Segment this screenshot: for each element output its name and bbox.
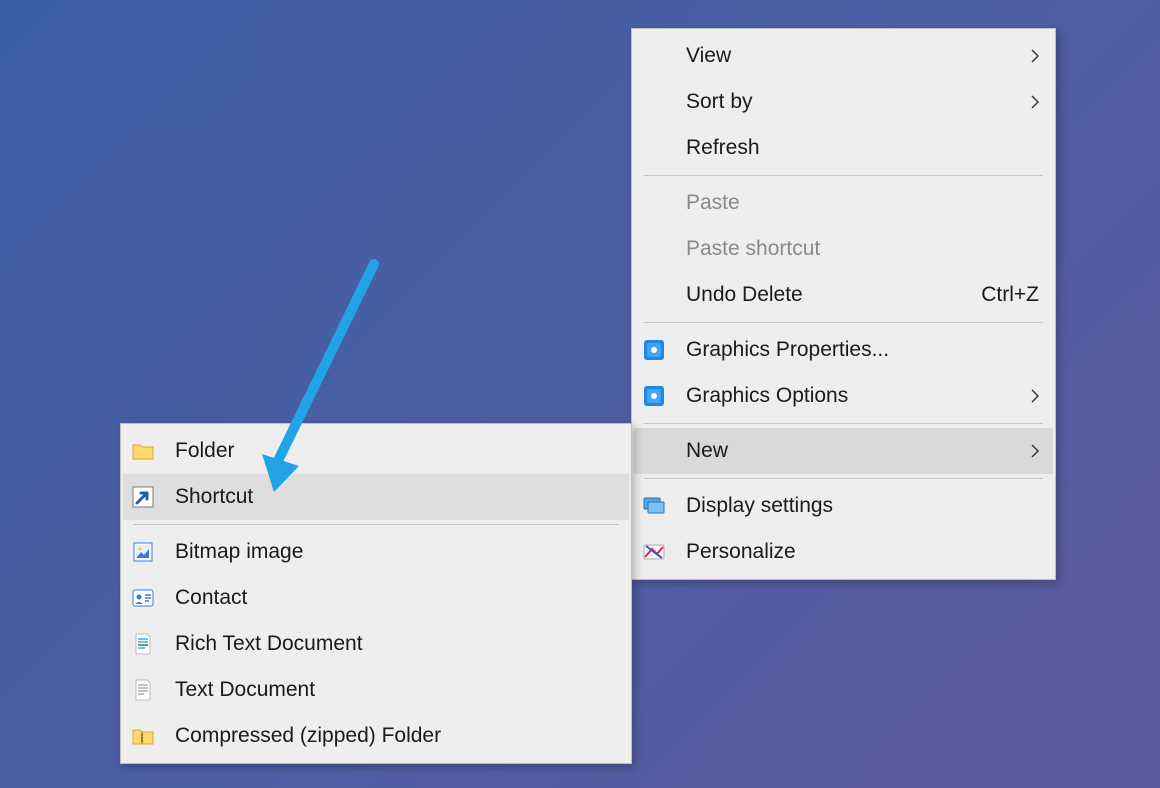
folder-icon <box>131 439 175 463</box>
submenu-label: Rich Text Document <box>175 632 619 656</box>
submenu-label: Folder <box>175 439 619 463</box>
zip-folder-icon <box>131 724 175 748</box>
menu-label: Paste shortcut <box>686 237 1043 261</box>
menu-item-refresh[interactable]: Refresh <box>634 125 1053 171</box>
chevron-right-icon <box>1019 48 1043 64</box>
submenu-label: Bitmap image <box>175 540 619 564</box>
submenu-item-rtf[interactable]: Rich Text Document <box>123 621 629 667</box>
submenu-item-compressed-folder[interactable]: Compressed (zipped) Folder <box>123 713 629 759</box>
menu-separator <box>644 478 1043 479</box>
personalize-icon <box>642 540 686 564</box>
submenu-item-contact[interactable]: Contact <box>123 575 629 621</box>
submenu-item-bitmap[interactable]: Bitmap image <box>123 529 629 575</box>
submenu-label: Shortcut <box>175 485 619 509</box>
menu-separator <box>644 423 1043 424</box>
menu-label: Display settings <box>686 494 1043 518</box>
submenu-item-text-document[interactable]: Text Document <box>123 667 629 713</box>
menu-label: Sort by <box>686 90 1019 114</box>
menu-label: View <box>686 44 1019 68</box>
menu-item-display-settings[interactable]: Display settings <box>634 483 1053 529</box>
menu-item-sort-by[interactable]: Sort by <box>634 79 1053 125</box>
intel-graphics-icon <box>642 384 686 408</box>
menu-label: Paste <box>686 191 1043 215</box>
submenu-item-folder[interactable]: Folder <box>123 428 629 474</box>
menu-label: Refresh <box>686 136 1043 160</box>
menu-shortcut: Ctrl+Z <box>981 283 1043 307</box>
display-settings-icon <box>642 494 686 518</box>
shortcut-icon <box>131 485 175 509</box>
menu-label: Graphics Properties... <box>686 338 1043 362</box>
submenu-label: Text Document <box>175 678 619 702</box>
chevron-right-icon <box>1019 388 1043 404</box>
submenu-item-shortcut[interactable]: Shortcut <box>123 474 629 520</box>
menu-item-personalize[interactable]: Personalize <box>634 529 1053 575</box>
menu-separator <box>133 524 619 525</box>
menu-item-paste: Paste <box>634 180 1053 226</box>
chevron-right-icon <box>1019 94 1043 110</box>
menu-item-graphics-options[interactable]: Graphics Options <box>634 373 1053 419</box>
menu-item-graphics-properties[interactable]: Graphics Properties... <box>634 327 1053 373</box>
menu-separator <box>644 322 1043 323</box>
bitmap-icon <box>131 540 175 564</box>
menu-label: New <box>686 439 1019 463</box>
menu-label: Graphics Options <box>686 384 1019 408</box>
chevron-right-icon <box>1019 443 1043 459</box>
submenu-label: Compressed (zipped) Folder <box>175 724 619 748</box>
menu-item-view[interactable]: View <box>634 33 1053 79</box>
text-document-icon <box>131 678 175 702</box>
menu-label: Undo Delete <box>686 283 981 307</box>
rtf-document-icon <box>131 632 175 656</box>
desktop-context-menu: View Sort by Refresh Paste Paste shortcu… <box>631 28 1056 580</box>
menu-label: Personalize <box>686 540 1043 564</box>
intel-graphics-icon <box>642 338 686 362</box>
contact-icon <box>131 586 175 610</box>
menu-item-new[interactable]: New <box>634 428 1053 474</box>
menu-separator <box>644 175 1043 176</box>
submenu-label: Contact <box>175 586 619 610</box>
new-submenu: Folder Shortcut Bitmap image <box>120 423 632 764</box>
menu-item-undo-delete[interactable]: Undo Delete Ctrl+Z <box>634 272 1053 318</box>
menu-item-paste-shortcut: Paste shortcut <box>634 226 1053 272</box>
